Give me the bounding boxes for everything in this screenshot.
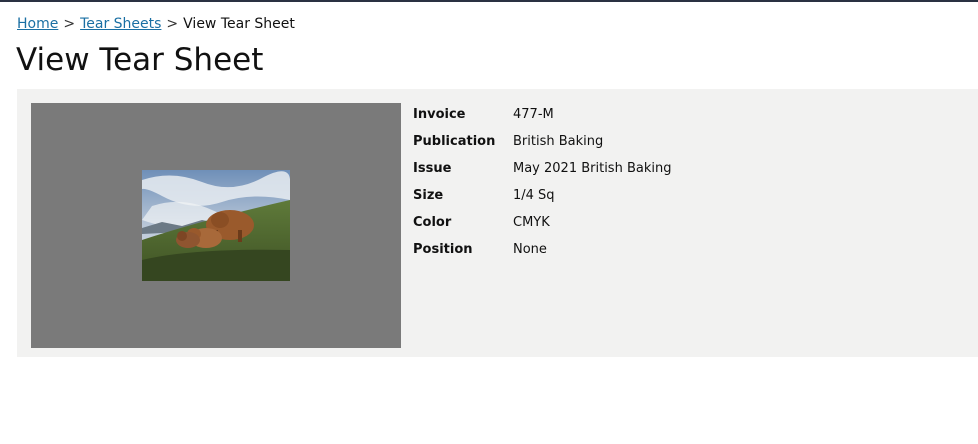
top-border: [0, 0, 978, 2]
breadcrumb-tear-sheets-link[interactable]: Tear Sheets: [80, 16, 161, 32]
detail-row-issue: Issue May 2021 British Baking: [413, 155, 671, 182]
detail-value: None: [513, 242, 547, 257]
detail-row-position: Position None: [413, 236, 671, 263]
highland-cattle-photo: [142, 170, 290, 281]
tear-sheet-image-frame: [31, 103, 401, 348]
tear-sheet-panel: Invoice 477-M Publication British Baking…: [17, 89, 978, 357]
page-title: View Tear Sheet: [16, 42, 264, 78]
detail-value: 477-M: [513, 107, 554, 122]
breadcrumb: Home > Tear Sheets > View Tear Sheet: [17, 14, 295, 34]
detail-value: May 2021 British Baking: [513, 161, 672, 176]
detail-label: Publication: [413, 134, 496, 149]
detail-row-size: Size 1/4 Sq: [413, 182, 671, 209]
detail-row-color: Color CMYK: [413, 209, 671, 236]
detail-row-invoice: Invoice 477-M: [413, 101, 671, 128]
detail-row-publication: Publication British Baking: [413, 128, 671, 155]
detail-label: Position: [413, 242, 473, 257]
detail-value: British Baking: [513, 134, 604, 149]
detail-value: CMYK: [513, 215, 550, 230]
breadcrumb-home-link[interactable]: Home: [17, 16, 58, 32]
detail-label: Size: [413, 188, 444, 203]
breadcrumb-current: View Tear Sheet: [183, 16, 295, 32]
detail-label: Color: [413, 215, 452, 230]
tear-sheet-image[interactable]: [142, 170, 290, 281]
detail-label: Issue: [413, 161, 452, 176]
breadcrumb-separator: >: [63, 16, 76, 32]
detail-value: 1/4 Sq: [513, 188, 555, 203]
detail-label: Invoice: [413, 107, 466, 122]
breadcrumb-separator: >: [166, 16, 179, 32]
tear-sheet-details: Invoice 477-M Publication British Baking…: [413, 101, 671, 263]
